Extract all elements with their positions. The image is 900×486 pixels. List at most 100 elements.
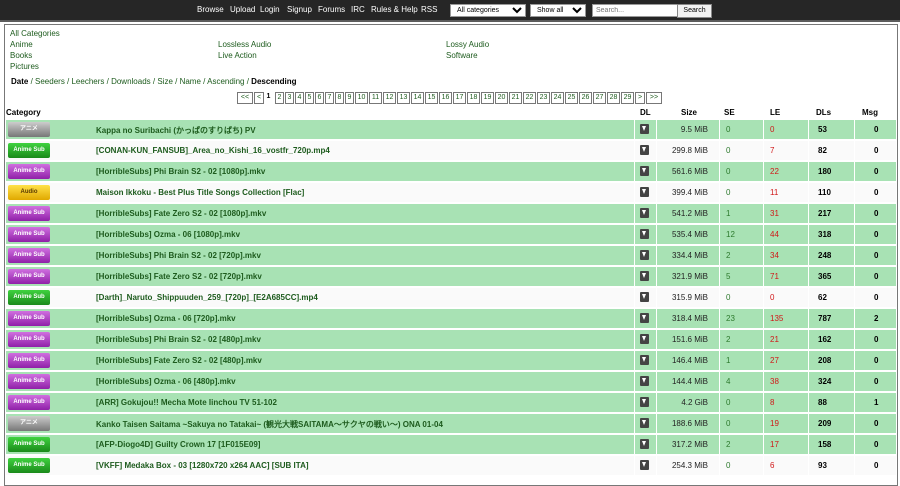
comments-cell[interactable]: 0 [874, 335, 878, 344]
pager-page-link[interactable]: 14 [411, 92, 424, 104]
category-icon[interactable]: Anime Sub [8, 143, 50, 158]
category-icon[interactable]: Anime Sub [8, 458, 50, 473]
category-icon[interactable]: Anime Sub [8, 164, 50, 179]
nav-browse[interactable]: Browse [197, 0, 224, 20]
nav-upload[interactable]: Upload [230, 0, 255, 20]
sort-ascending[interactable]: Ascending [207, 77, 244, 86]
category-icon[interactable]: アニメ [8, 122, 50, 137]
category-icon[interactable]: Anime Sub [8, 206, 50, 221]
comments-cell[interactable]: 0 [874, 209, 878, 218]
pager-page-link[interactable]: 11 [369, 92, 382, 104]
download-icon[interactable] [640, 355, 649, 365]
pager-last-button[interactable]: >> [646, 92, 662, 104]
pager-page-link[interactable]: 15 [425, 92, 438, 104]
download-icon[interactable] [640, 439, 649, 449]
category-link-lossless-audio[interactable]: Lossless Audio [218, 40, 271, 49]
sort-size[interactable]: Size [157, 77, 173, 86]
col-se[interactable]: SE [724, 108, 735, 117]
sort-date[interactable]: Date [11, 77, 28, 86]
category-icon[interactable]: Anime Sub [8, 290, 50, 305]
pager-page-link[interactable]: 16 [439, 92, 452, 104]
category-icon[interactable]: Anime Sub [8, 437, 50, 452]
download-icon[interactable] [640, 460, 649, 470]
search-button[interactable]: Search [677, 4, 712, 18]
category-link-pictures[interactable]: Pictures [10, 62, 39, 71]
category-icon[interactable]: Anime Sub [8, 311, 50, 326]
pager-page-link[interactable]: 13 [397, 92, 410, 104]
pager-page-link[interactable]: 17 [453, 92, 466, 104]
category-icon[interactable]: Anime Sub [8, 353, 50, 368]
category-icon[interactable]: Anime Sub [8, 374, 50, 389]
torrent-name-link[interactable]: Kappa no Suribachi (かっぱのすりばち) PV [96, 125, 256, 136]
pager-page-link[interactable]: 4 [295, 92, 304, 104]
download-icon[interactable] [640, 313, 649, 323]
download-icon[interactable] [640, 124, 649, 134]
pager-page-link[interactable]: 23 [537, 92, 550, 104]
pager-page-link[interactable]: 22 [523, 92, 536, 104]
category-link-lossy-audio[interactable]: Lossy Audio [446, 40, 489, 49]
nav-rules-help[interactable]: Rules & Help [371, 0, 418, 20]
pager-page-link[interactable]: 26 [579, 92, 592, 104]
category-icon[interactable]: Anime Sub [8, 248, 50, 263]
download-icon[interactable] [640, 229, 649, 239]
pager-page-link[interactable]: 12 [383, 92, 396, 104]
category-select[interactable]: All categories [450, 4, 526, 17]
pager-page-link[interactable]: 28 [607, 92, 620, 104]
download-icon[interactable] [640, 334, 649, 344]
nav-forums[interactable]: Forums [318, 0, 345, 20]
pager-page-link[interactable]: 29 [621, 92, 634, 104]
comments-cell[interactable]: 0 [874, 440, 878, 449]
download-icon[interactable] [640, 418, 649, 428]
pager-page-link[interactable]: 20 [495, 92, 508, 104]
pager-page-link[interactable]: 18 [467, 92, 480, 104]
pager-next-button[interactable]: > [635, 92, 645, 104]
torrent-name-link[interactable]: [VKFF] Medaka Box - 03 [1280x720 x264 AA… [96, 461, 309, 470]
comments-cell[interactable]: 0 [874, 230, 878, 239]
comments-cell[interactable]: 1 [874, 398, 878, 407]
comments-cell[interactable]: 0 [874, 461, 878, 470]
comments-cell[interactable]: 0 [874, 419, 878, 428]
category-icon[interactable]: アニメ [8, 416, 50, 431]
category-link-anime[interactable]: Anime [10, 40, 33, 49]
category-icon[interactable]: Anime Sub [8, 269, 50, 284]
nav-irc[interactable]: IRC [351, 0, 365, 20]
nav-signup[interactable]: Signup [287, 0, 312, 20]
search-input[interactable] [592, 4, 680, 17]
status-select[interactable]: Show all [530, 4, 586, 17]
torrent-name-link[interactable]: [HorribleSubs] Phi Brain S2 - 02 [1080p]… [96, 167, 265, 176]
torrent-name-link[interactable]: [HorribleSubs] Ozma - 06 [720p].mkv [96, 314, 236, 323]
download-icon[interactable] [640, 187, 649, 197]
comments-cell[interactable]: 0 [874, 272, 878, 281]
pager-page-link[interactable]: 2 [275, 92, 284, 104]
torrent-name-link[interactable]: Kanko Taisen Saitama ~Sakuya no Tatakai~… [96, 419, 443, 430]
download-icon[interactable] [640, 250, 649, 260]
pager-page-link[interactable]: 27 [593, 92, 606, 104]
pager-page-link[interactable]: 24 [551, 92, 564, 104]
sort-leechers[interactable]: Leechers [71, 77, 104, 86]
pager-page-link[interactable]: 21 [509, 92, 522, 104]
download-icon[interactable] [640, 166, 649, 176]
comments-cell[interactable]: 2 [874, 314, 878, 323]
comments-cell[interactable]: 0 [874, 146, 878, 155]
torrent-name-link[interactable]: [HorribleSubs] Ozma - 06 [480p].mkv [96, 377, 236, 386]
nav-rss[interactable]: RSS [421, 0, 437, 20]
category-icon[interactable]: Anime Sub [8, 395, 50, 410]
torrent-name-link[interactable]: [Darth]_Naruto_Shippuuden_259_[720p]_[E2… [96, 293, 318, 302]
sort-descending[interactable]: Descending [251, 77, 296, 86]
category-icon[interactable]: Audio [8, 185, 50, 200]
category-link-software[interactable]: Software [446, 51, 478, 60]
pager-prev-button[interactable]: < [254, 92, 264, 104]
torrent-name-link[interactable]: [CONAN-KUN_FANSUB]_Area_no_Kishi_16_vost… [96, 146, 330, 155]
torrent-name-link[interactable]: [HorribleSubs] Phi Brain S2 - 02 [480p].… [96, 335, 261, 344]
comments-cell[interactable]: 0 [874, 293, 878, 302]
comments-cell[interactable]: 0 [874, 356, 878, 365]
col-size[interactable]: Size [681, 108, 697, 117]
download-icon[interactable] [640, 271, 649, 281]
download-icon[interactable] [640, 376, 649, 386]
col-category[interactable]: Category [6, 108, 41, 117]
torrent-name-link[interactable]: [HorribleSubs] Fate Zero S2 - 02 [1080p]… [96, 209, 266, 218]
category-link-live-action[interactable]: Live Action [218, 51, 257, 60]
download-icon[interactable] [640, 208, 649, 218]
comments-cell[interactable]: 0 [874, 251, 878, 260]
comments-cell[interactable]: 0 [874, 188, 878, 197]
